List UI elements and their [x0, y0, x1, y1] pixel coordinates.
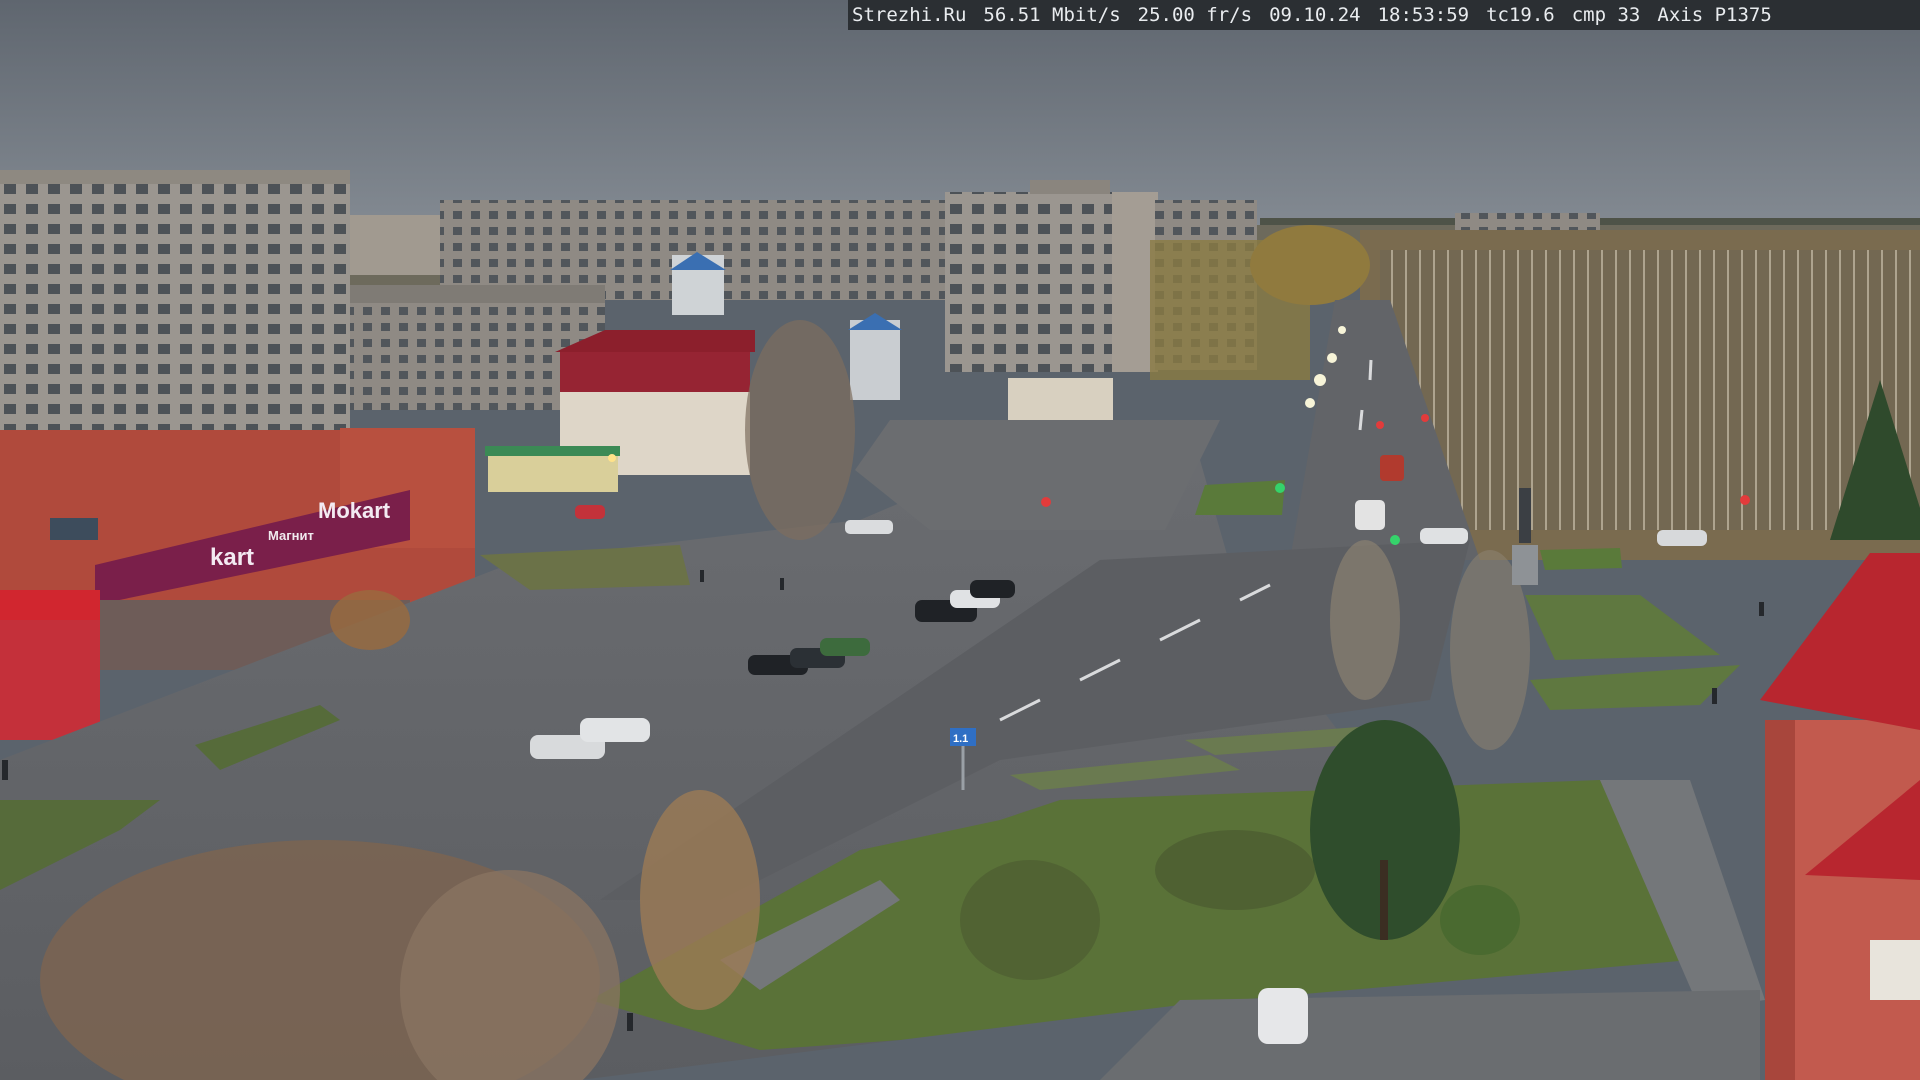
camera-scene: Mokart kart Магнит 1.1: [0, 0, 1920, 1080]
overlay-tc: tc19.6: [1486, 4, 1555, 26]
red-tower-building: [1760, 553, 1920, 1080]
overlay-camera: Axis P1375: [1657, 4, 1772, 26]
store-sign-lower: kart: [210, 544, 254, 571]
camera-overlay-bar: Strezhi.Ru 56.51 Mbit/s 25.00 fr/s 09.10.24…: [848, 0, 1920, 30]
overlay-date: 09.10.24: [1269, 4, 1361, 26]
overlay-site: Strezhi.Ru: [852, 4, 967, 26]
store-banner: Магнит: [268, 528, 314, 543]
road-sign: 1.1: [953, 733, 968, 745]
overlay-bitrate: 56.51 Mbit/s: [983, 4, 1121, 26]
plaza: [855, 420, 1220, 530]
overlay-time: 18:53:59: [1377, 4, 1470, 26]
overlay-cmp: cmp 33: [1571, 4, 1641, 26]
overlay-framerate: 25.00 fr/s: [1137, 4, 1253, 26]
store-sign-upper: Mokart: [318, 498, 391, 523]
